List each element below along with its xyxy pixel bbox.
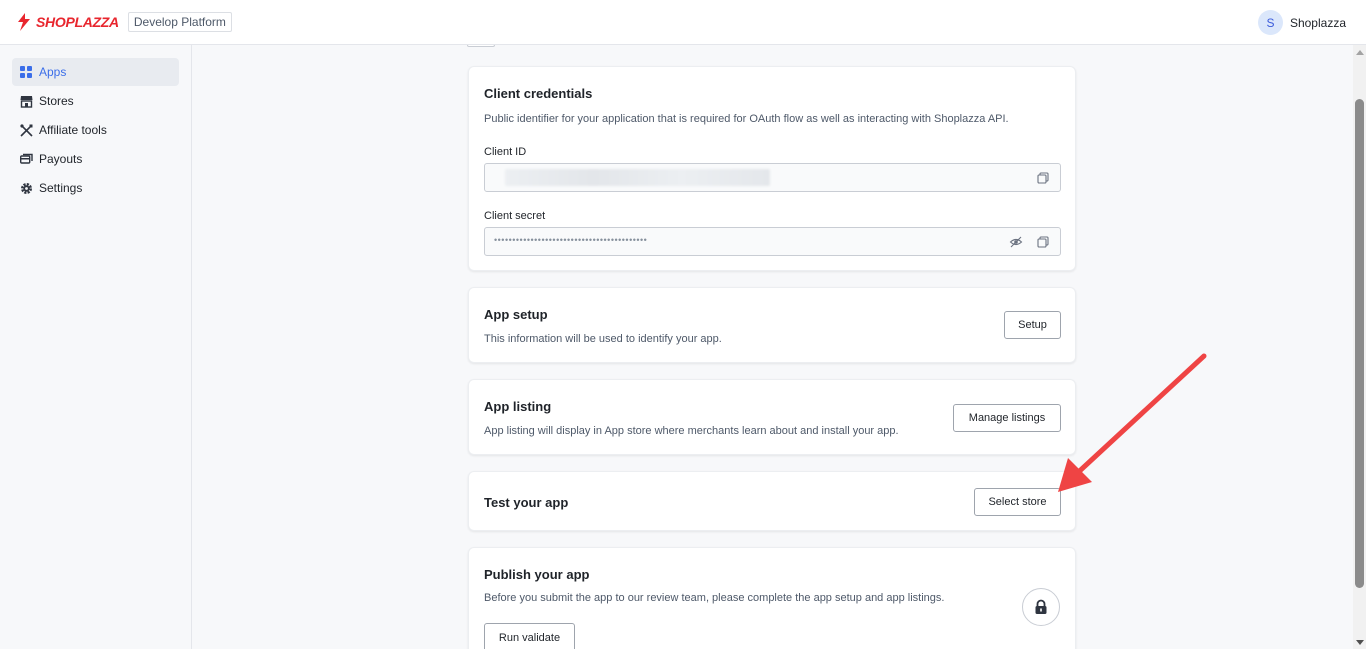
- sidebar-item-label: Settings: [39, 181, 83, 195]
- app-setup-card: App setup This information will be used …: [468, 287, 1076, 363]
- sidebar-item-label: Payouts: [39, 152, 83, 166]
- sidebar-item-settings[interactable]: Settings: [12, 174, 179, 202]
- client-credentials-card: Client credentials Public identifier for…: [468, 66, 1076, 271]
- scroll-up-arrow-icon[interactable]: [1356, 50, 1364, 55]
- card-description: Public identifier for your application t…: [484, 113, 1009, 125]
- card-title: Publish your app: [484, 567, 590, 582]
- scrollbar[interactable]: [1353, 45, 1366, 649]
- select-store-button[interactable]: Select store: [974, 488, 1061, 516]
- sidebar-item-label: Apps: [39, 65, 67, 79]
- copy-icon[interactable]: [1036, 171, 1050, 185]
- run-validate-button[interactable]: Run validate: [484, 623, 575, 649]
- client-id-redacted: [505, 169, 770, 186]
- card-title: App setup: [484, 307, 548, 322]
- lock-badge: [1022, 588, 1060, 626]
- payouts-icon: [20, 153, 33, 166]
- scroll-down-arrow-icon[interactable]: [1356, 640, 1364, 645]
- copy-icon[interactable]: [1036, 235, 1050, 249]
- shoplazza-logo-icon: [18, 13, 30, 31]
- sidebar-item-label: Affiliate tools: [39, 123, 107, 137]
- shoplazza-logo[interactable]: SHOPLAZZA: [16, 0, 119, 45]
- sidebar-item-apps[interactable]: Apps: [12, 58, 179, 86]
- sidebar-item-payouts[interactable]: Payouts: [12, 145, 179, 173]
- user-name: Shoplazza: [1289, 15, 1346, 30]
- sidebar-item-label: Stores: [39, 94, 74, 108]
- tools-icon: [20, 123, 33, 137]
- card-description: Before you submit the app to our review …: [484, 592, 945, 604]
- user-menu[interactable]: S Shoplazza: [1257, 10, 1346, 35]
- sidebar-item-affiliate-tools[interactable]: Affiliate tools: [12, 116, 179, 144]
- platform-tag: Develop Platform: [127, 12, 232, 32]
- sidebar-item-stores[interactable]: Stores: [12, 87, 179, 115]
- store-icon: [20, 95, 33, 108]
- scroll-thumb[interactable]: [1355, 99, 1364, 588]
- test-app-card: Test your app Select store: [468, 471, 1076, 531]
- top-bar: SHOPLAZZA Develop Platform S Shoplazza: [0, 0, 1366, 45]
- manage-listings-button[interactable]: Manage listings: [953, 404, 1061, 432]
- setup-button[interactable]: Setup: [1004, 311, 1061, 339]
- client-id-field[interactable]: [484, 163, 1061, 192]
- main-content: Client credentials Public identifier for…: [193, 45, 1353, 649]
- client-secret-field[interactable]: ••••••••••••••••••••••••••••••••••••••••…: [484, 227, 1061, 256]
- card-title: Test your app: [484, 495, 569, 510]
- card-title: Client credentials: [484, 86, 593, 101]
- sidebar: Apps Stores Affiliate tools Payouts Sett…: [0, 45, 192, 649]
- card-description: This information will be used to identif…: [484, 333, 722, 345]
- eye-off-icon[interactable]: [1009, 235, 1023, 249]
- annotation-arrow: [1058, 353, 1207, 492]
- card-title: App listing: [484, 399, 552, 414]
- card-description: App listing will display in App store wh…: [484, 425, 899, 437]
- previous-card-edge: [467, 45, 495, 47]
- client-id-label: Client ID: [484, 146, 527, 158]
- grid-icon: [20, 65, 33, 79]
- client-secret-label: Client secret: [484, 210, 546, 222]
- logo-text: SHOPLAZZA: [36, 14, 119, 30]
- publish-app-card: Publish your app Before you submit the a…: [468, 547, 1076, 649]
- app-listing-card: App listing App listing will display in …: [468, 379, 1076, 455]
- avatar: S: [1257, 10, 1283, 35]
- gear-icon: [20, 182, 33, 195]
- client-secret-value: ••••••••••••••••••••••••••••••••••••••••…: [494, 235, 648, 245]
- lock-icon: [1035, 599, 1047, 614]
